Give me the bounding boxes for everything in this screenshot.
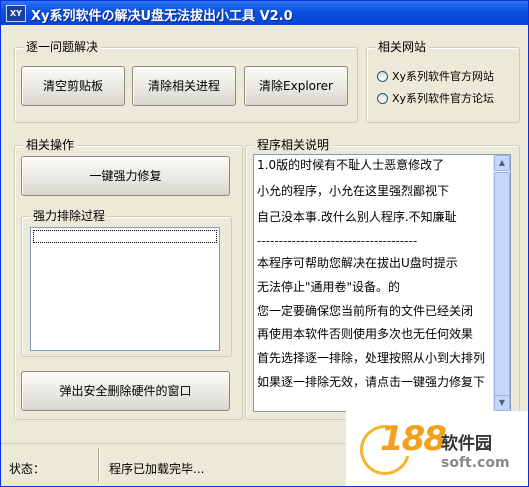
eject-hardware-window-button[interactable]: 弹出安全删除硬件的窗口 bbox=[21, 371, 230, 411]
watermark-number: 188 bbox=[380, 419, 447, 459]
status-message: 程序已加载完毕... bbox=[109, 462, 205, 476]
description-line: 再使用本软件否则使用多次也无任何效果 bbox=[257, 327, 474, 341]
app-window: XY Xy系列软件の解决U盘无法拔出小工具 V2.0 逐一问题解决 清空剪贴板 … bbox=[0, 0, 529, 487]
description-line: 本程序可帮助您解决在拔出U盘时提示 bbox=[257, 256, 458, 270]
status-separator bbox=[98, 448, 99, 482]
clear-processes-button[interactable]: 清除相关进程 bbox=[132, 66, 236, 106]
watermark-domain: soft.com bbox=[441, 455, 510, 471]
description-line: 您一定要确保您当前所有的文件已经关闭 bbox=[257, 304, 474, 318]
description-line: 首先选择逐一排除，处理按照从小到大排列 bbox=[257, 351, 486, 365]
radio-circle-icon[interactable] bbox=[377, 70, 388, 82]
quick-fix-group: 逐一问题解决 清空剪贴板 清除相关进程 清除Explorer bbox=[14, 40, 358, 123]
description-line: 无法停止"通用卷"设备。的 bbox=[257, 280, 401, 294]
description-line: 1.0版的时候有不耻人士恶意修改了 bbox=[257, 158, 445, 172]
description-group: 程序相关说明 1.0版的时候有不耻人士恶意修改了 小允的程序，小允在这里强烈鄙视… bbox=[245, 138, 520, 420]
process-list[interactable] bbox=[30, 227, 220, 351]
official-site-label: Xy系列软件官方网站 bbox=[392, 70, 495, 83]
description-line: ------------------------------------- bbox=[257, 234, 418, 248]
quick-fix-group-label: 逐一问题解决 bbox=[23, 40, 102, 54]
operations-group-label: 相关操作 bbox=[23, 138, 78, 152]
scroll-down-icon[interactable]: ▼ bbox=[494, 395, 510, 411]
process-group: 强力排除过程 bbox=[21, 209, 232, 357]
clear-explorer-button[interactable]: 清除Explorer bbox=[244, 66, 348, 106]
window-title: Xy系列软件の解决U盘无法拔出小工具 V2.0 bbox=[31, 9, 293, 24]
description-group-label: 程序相关说明 bbox=[254, 138, 333, 152]
list-focus-item bbox=[33, 230, 217, 243]
official-site-radio[interactable]: Xy系列软件官方网站 bbox=[377, 68, 494, 84]
sites-group-label: 相关网站 bbox=[375, 40, 430, 54]
description-line: 如果逐一排除无效，请点击一键强力修复下 bbox=[257, 375, 486, 389]
description-line: 自己没本事.改什么别人程序.不知廉耻 bbox=[257, 210, 457, 224]
watermark-name: 软件园 bbox=[441, 434, 492, 454]
force-repair-button[interactable]: 一键强力修复 bbox=[21, 156, 230, 196]
watermark-logo: 188 软件园 soft.com bbox=[346, 411, 528, 486]
radio-circle-icon[interactable] bbox=[377, 92, 388, 104]
process-group-label: 强力排除过程 bbox=[30, 209, 109, 223]
title-bar[interactable]: XY Xy系列软件の解决U盘无法拔出小工具 V2.0 bbox=[1, 1, 528, 25]
clear-clipboard-button[interactable]: 清空剪贴板 bbox=[21, 66, 125, 106]
description-textarea[interactable]: 1.0版的时候有不耻人士恶意修改了 小允的程序，小允在这里强烈鄙视下 自己没本事… bbox=[253, 154, 511, 412]
official-forum-label: Xy系列软件官方论坛 bbox=[392, 92, 495, 105]
vertical-scrollbar[interactable]: ▲ ▼ bbox=[493, 155, 510, 411]
operations-group: 相关操作 一键强力修复 强力排除过程 弹出安全删除硬件的窗口 bbox=[14, 138, 243, 420]
official-forum-radio[interactable]: Xy系列软件官方论坛 bbox=[377, 90, 494, 106]
app-icon: XY bbox=[6, 5, 26, 22]
scroll-thumb[interactable] bbox=[494, 172, 510, 397]
status-label: 状态： bbox=[9, 462, 46, 476]
sites-group: 相关网站 Xy系列软件官方网站 Xy系列软件官方论坛 bbox=[366, 40, 520, 123]
description-line: 小允的程序，小允在这里强烈鄙视下 bbox=[257, 184, 450, 198]
scroll-up-icon[interactable]: ▲ bbox=[494, 155, 510, 171]
